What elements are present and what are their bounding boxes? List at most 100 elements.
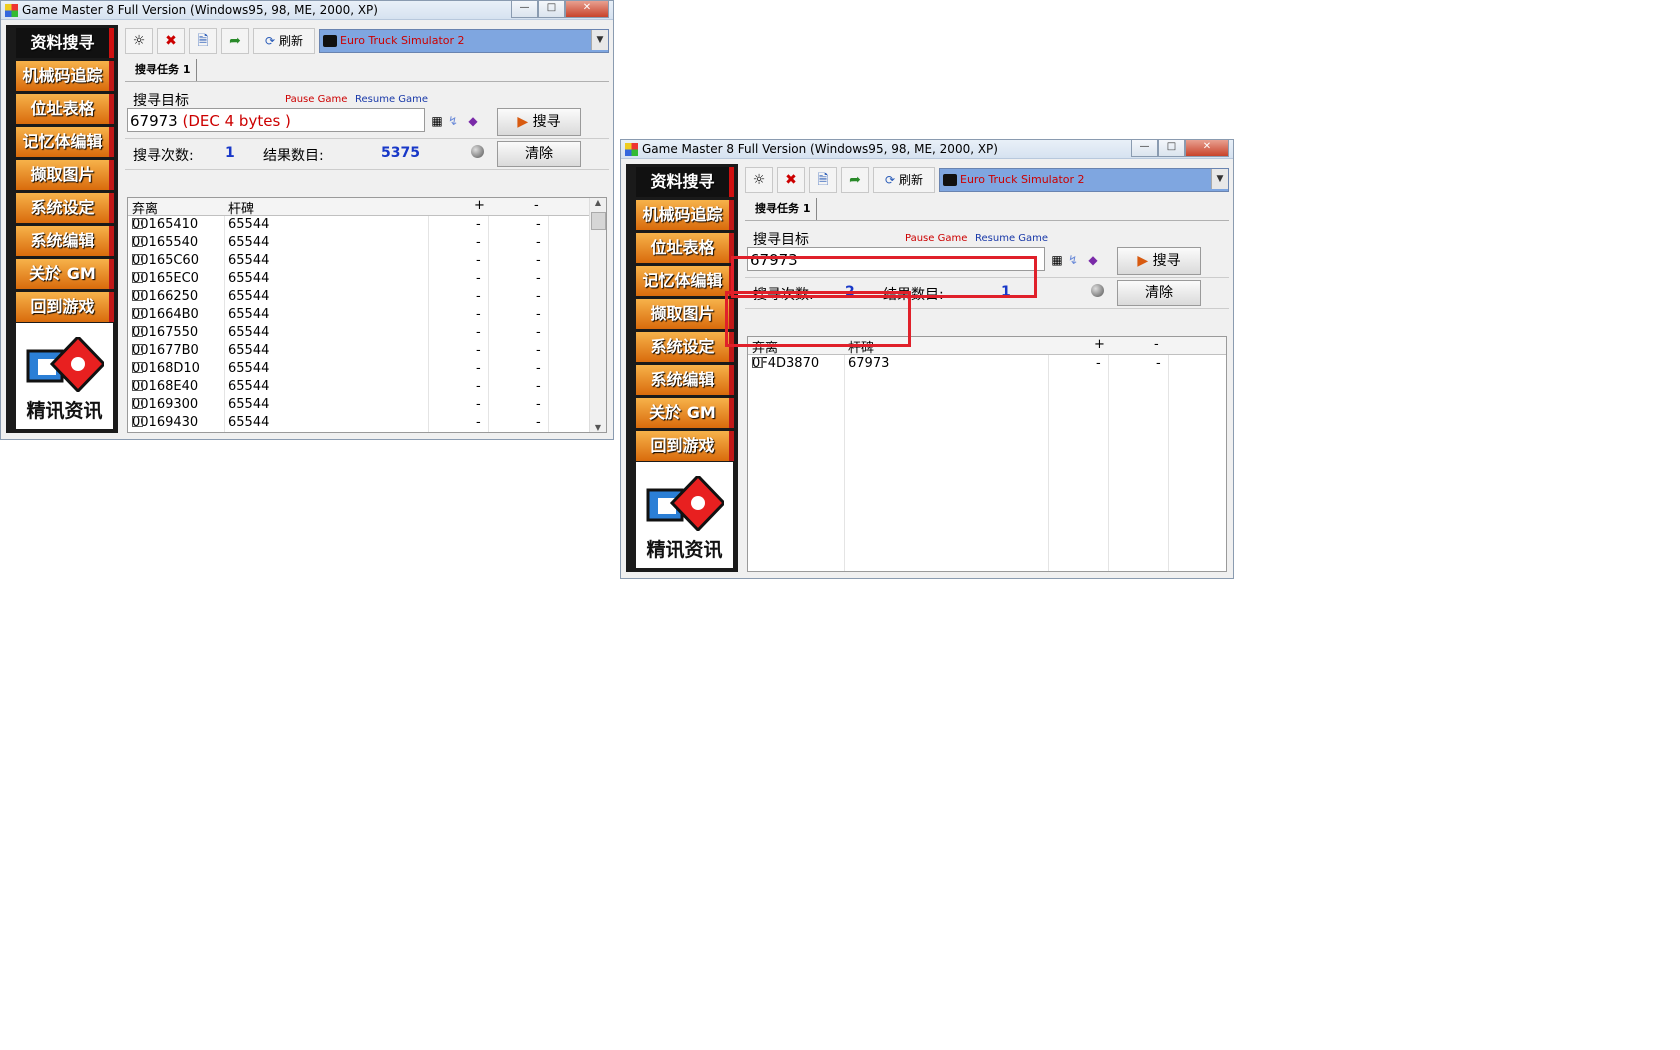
table-row[interactable]: 00169430 65544 - - [128,414,606,432]
scrollbar[interactable]: ▲ ▼ [589,198,606,432]
tab-search-task-1[interactable]: 搜寻任务 1 [129,59,198,81]
table-row[interactable]: 00167550 65544 - - [128,324,606,342]
sidebar-item-memory-edit[interactable]: 记忆体编辑 [16,127,114,157]
title-bar[interactable]: Game Master 8 Full Version (Windows95, 9… [621,140,1233,159]
result-count-label: 结果数目: [263,148,324,164]
header-minus[interactable]: - [1154,337,1159,352]
sidebar-item-capture-image[interactable]: 撷取图片 [16,160,114,190]
row-checkbox[interactable] [132,290,143,301]
title-bar[interactable]: Game Master 8 Full Version (Windows95, 9… [1,1,613,20]
row-checkbox[interactable] [132,344,143,355]
row-checkbox[interactable] [132,218,143,229]
calculator-icon[interactable]: ▦ [429,110,445,132]
sidebar-item-address-table[interactable]: 位址表格 [16,94,114,124]
table-row[interactable]: 001677B0 65544 - - [128,342,606,360]
header-minus[interactable]: - [534,198,539,213]
table-row[interactable]: 00169300 65544 - - [128,396,606,414]
sidebar-item-system-edit[interactable]: 系统编辑 [16,226,114,256]
eraser-icon[interactable]: ◆ [1085,249,1101,271]
table-row[interactable]: 00165540 65544 - - [128,234,606,252]
sidebar-item-back-to-game[interactable]: 回到游戏 [16,292,114,322]
row-value: 65544 [228,271,270,286]
row-checkbox[interactable] [132,398,143,409]
resume-game-link[interactable]: Resume Game [355,94,428,105]
row-checkbox[interactable] [132,308,143,319]
row-checkbox[interactable] [132,326,143,337]
table-row[interactable]: 00168E40 65544 - - [128,378,606,396]
search-button[interactable]: ▶ 搜寻 [497,108,581,136]
row-checkbox[interactable] [132,416,143,427]
sidebar-item-back-to-game[interactable]: 回到游戏 [636,431,734,461]
sidebar-item-system-edit[interactable]: 系统编辑 [636,365,734,395]
sidebar-item-address-table[interactable]: 位址表格 [636,233,734,263]
tab-search-task-1[interactable]: 搜寻任务 1 [749,198,818,220]
sun-icon[interactable]: ☼ [125,27,153,54]
row-checkbox[interactable] [132,362,143,373]
clear-button[interactable]: 清除 [1117,280,1201,306]
lightning-icon[interactable]: ↯ [445,110,461,132]
header-plus[interactable]: + [1094,337,1105,352]
header-plus[interactable]: + [474,198,485,213]
open-file-icon[interactable]: 🗎 [189,27,217,54]
search-target-input[interactable]: 67973 (DEC 4 bytes ) [127,108,425,132]
sidebar-item-about-gm[interactable]: 关於 GM [16,259,114,289]
pause-game-link[interactable]: Pause Game [285,94,347,105]
close-button[interactable]: ✕ [1185,140,1229,157]
sidebar-item-about-gm[interactable]: 关於 GM [636,398,734,428]
row-plus: - [476,343,481,358]
scrollbar-thumb[interactable] [591,212,606,230]
company-logo: 精讯资讯 [16,323,113,429]
sidebar-item-data-search[interactable]: 资料搜寻 [636,167,734,197]
sidebar-item-code-trace[interactable]: 机械码追踪 [636,200,734,230]
pause-game-link[interactable]: Pause Game [905,233,967,244]
table-row[interactable]: 0016969065544-- [128,432,606,433]
sidebar-item-code-trace[interactable]: 机械码追踪 [16,61,114,91]
row-checkbox[interactable] [752,357,763,368]
process-select[interactable]: Euro Truck Simulator 2 ▼ [319,28,609,53]
maximize-button[interactable]: □ [538,1,565,18]
table-row[interactable]: 0F4D3870 67973 - - [748,355,1226,373]
chevron-down-icon[interactable]: ▼ [591,29,608,50]
lightning-icon[interactable]: ↯ [1065,249,1081,271]
chevron-down-icon[interactable]: ▼ [1211,168,1228,189]
table-row[interactable]: 00165EC0 65544 - - [128,270,606,288]
table-row[interactable]: 00165410 65544 - - [128,216,606,234]
sun-icon[interactable]: ☼ [745,166,773,193]
resume-game-link[interactable]: Resume Game [975,233,1048,244]
table-row[interactable]: 001664B0 65544 - - [128,306,606,324]
table-row[interactable]: 00166250 65544 - - [128,288,606,306]
maximize-button[interactable]: □ [1158,140,1185,157]
sidebar-item-capture-image[interactable]: 撷取图片 [636,299,734,329]
eraser-icon[interactable]: ◆ [465,110,481,132]
row-checkbox[interactable] [132,380,143,391]
row-checkbox[interactable] [132,236,143,247]
row-plus: - [476,325,481,340]
process-select[interactable]: Euro Truck Simulator 2 ▼ [939,167,1229,192]
close-button[interactable]: ✕ [565,1,609,18]
delete-icon[interactable]: ✖ [777,166,805,193]
sidebar-item-system-settings[interactable]: 系统设定 [636,332,734,362]
minimize-button[interactable]: — [1131,140,1158,157]
delete-icon[interactable]: ✖ [157,27,185,54]
row-checkbox[interactable] [132,272,143,283]
logo-text: 精讯资讯 [646,539,723,561]
sidebar-item-memory-edit[interactable]: 记忆体编辑 [636,266,734,296]
clear-button[interactable]: 清除 [497,141,581,167]
sidebar-item-system-settings[interactable]: 系统设定 [16,193,114,223]
minimize-button[interactable]: — [511,1,538,18]
search-button[interactable]: ▶ 搜寻 [1117,247,1201,275]
open-file-icon[interactable]: 🗎 [809,166,837,193]
toolbar: ☼ ✖ 🗎 ➦ ⟳ 刷新 Euro Truck Simulator 2 ▼ [745,165,1229,194]
row-plus: - [476,361,481,376]
export-icon[interactable]: ➦ [841,166,869,193]
header-address[interactable]: 弃离 [132,198,158,217]
refresh-button[interactable]: ⟳ 刷新 [253,27,315,54]
export-icon[interactable]: ➦ [221,27,249,54]
table-row[interactable]: 00165C60 65544 - - [128,252,606,270]
sidebar-item-data-search[interactable]: 资料搜寻 [16,28,114,58]
calculator-icon[interactable]: ▦ [1049,249,1065,271]
header-value[interactable]: 杆碑 [228,198,254,217]
table-row[interactable]: 00168D10 65544 - - [128,360,606,378]
refresh-button[interactable]: ⟳ 刷新 [873,166,935,193]
row-checkbox[interactable] [132,254,143,265]
